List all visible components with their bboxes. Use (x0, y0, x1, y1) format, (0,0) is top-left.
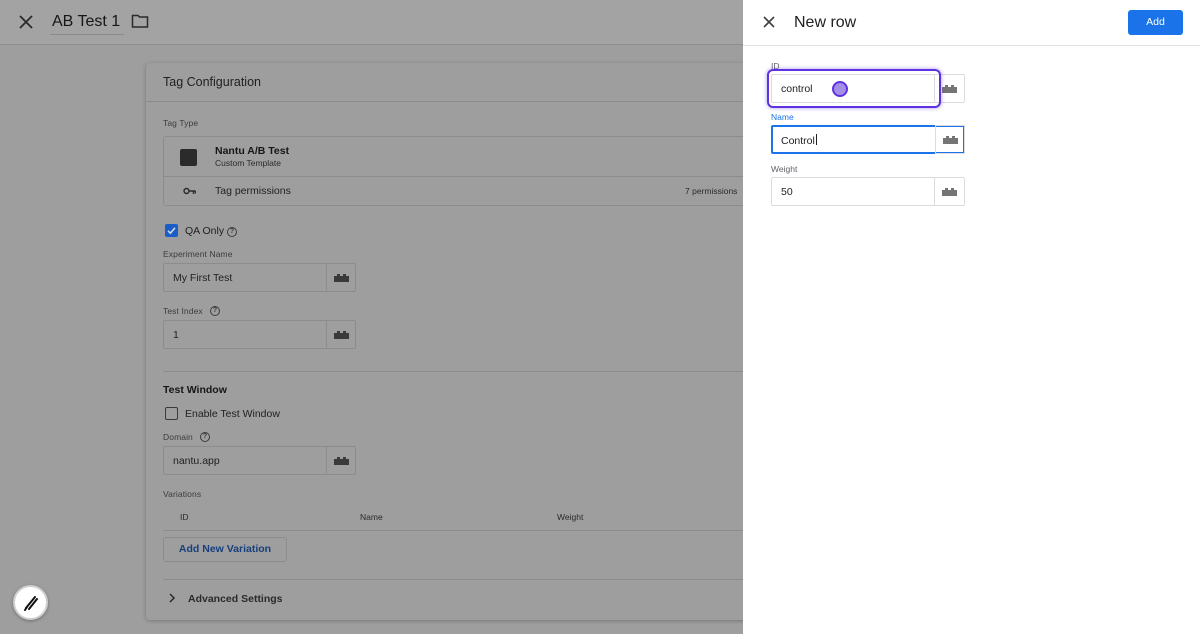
tag-title[interactable]: AB Test 1 (52, 13, 120, 31)
title-underline (50, 34, 124, 35)
variable-picker-button[interactable] (326, 264, 355, 291)
template-subtitle: Custom Template (215, 158, 281, 168)
name-label: Name (771, 112, 794, 122)
panel-header: New row Add (743, 0, 1200, 46)
divider (163, 579, 766, 580)
weight-label: Weight (771, 164, 798, 174)
variable-picker-button[interactable] (326, 447, 355, 474)
name-value: Control (781, 135, 815, 147)
qa-only-label: QA Only (185, 225, 225, 237)
test-index-value: 1 (173, 329, 179, 341)
variable-icon (334, 331, 349, 339)
experiment-name-value: My First Test (173, 272, 233, 284)
variable-icon (334, 457, 349, 465)
variable-icon (334, 274, 349, 282)
focus-highlight (767, 69, 941, 108)
domain-label: Domain (163, 432, 193, 442)
template-icon (180, 149, 197, 166)
add-new-variation-button[interactable]: Add New Variation (163, 537, 287, 562)
tag-type-selector[interactable]: Nantu A/B Test Custom Template Tag permi… (163, 136, 773, 206)
column-header-name: Name (360, 512, 383, 522)
permissions-count: 7 permissions (685, 186, 738, 196)
variations-label: Variations (163, 489, 202, 499)
test-index-label: Test Index (163, 306, 203, 316)
variable-picker-button[interactable] (934, 178, 964, 205)
pen-icon (24, 596, 38, 611)
qa-only-checkbox[interactable] (165, 224, 178, 237)
help-icon[interactable]: ? (200, 432, 210, 442)
domain-value: nantu.app (173, 455, 220, 467)
column-header-weight: Weight (557, 512, 584, 522)
weight-value: 50 (781, 186, 793, 198)
test-window-title: Test Window (163, 384, 227, 396)
test-index-field[interactable]: 1 (163, 320, 356, 349)
name-field[interactable]: Control (771, 125, 965, 154)
variable-picker-button[interactable] (935, 125, 965, 154)
variable-icon (943, 136, 958, 144)
text-caret (815, 134, 817, 145)
add-button[interactable]: Add (1128, 10, 1183, 35)
folder-icon[interactable] (131, 13, 149, 29)
click-indicator (832, 81, 848, 97)
variable-icon (942, 188, 957, 196)
template-name: Nantu A/B Test (215, 145, 290, 157)
panel-title: New row (794, 14, 857, 31)
weight-field[interactable]: 50 (771, 177, 965, 206)
enable-test-window-checkbox[interactable] (165, 407, 178, 420)
assistant-fab[interactable] (13, 585, 48, 620)
close-icon[interactable] (16, 12, 36, 32)
name-value-wrap: Control (781, 134, 817, 147)
help-icon[interactable]: ? (210, 306, 220, 316)
divider (163, 530, 766, 531)
divider (163, 371, 766, 372)
card-title: Tag Configuration (163, 75, 261, 89)
tag-type-label: Tag Type (163, 118, 199, 128)
experiment-name-field[interactable]: My First Test (163, 263, 356, 292)
tag-configuration-card: Tag Configuration Tag Type Nantu A/B Tes… (146, 63, 773, 620)
advanced-settings-toggle[interactable]: Advanced Settings (188, 593, 283, 605)
tag-permissions-link[interactable]: Tag permissions (215, 185, 291, 197)
variable-icon (942, 85, 957, 93)
enable-test-window-label: Enable Test Window (185, 408, 280, 420)
column-header-id: ID (180, 512, 189, 522)
experiment-name-label: Experiment Name (163, 249, 233, 259)
key-icon (183, 187, 196, 195)
variable-picker-button[interactable] (326, 321, 355, 348)
help-icon[interactable]: ? (227, 227, 237, 237)
chevron-right-icon[interactable] (168, 593, 176, 603)
close-icon[interactable] (761, 14, 777, 30)
divider (146, 101, 766, 102)
domain-field[interactable]: nantu.app (163, 446, 356, 475)
check-icon (167, 227, 176, 235)
divider (164, 176, 772, 177)
